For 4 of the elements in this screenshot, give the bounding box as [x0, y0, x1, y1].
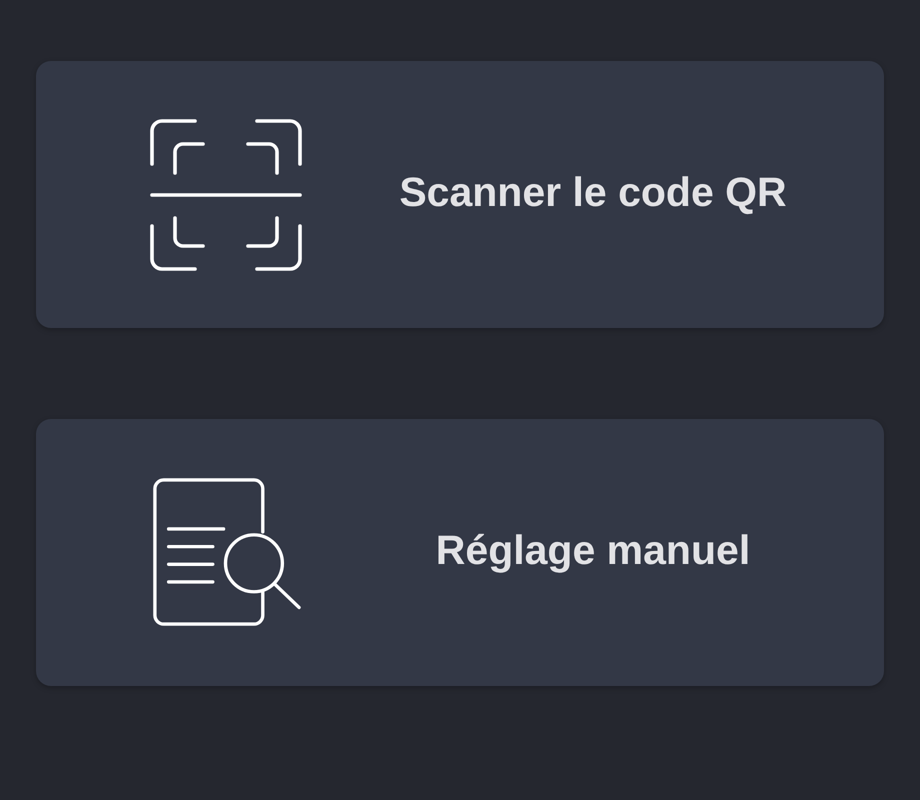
- document-search-icon: [150, 476, 302, 628]
- scan-qr-button[interactable]: Scanner le code QR: [36, 61, 884, 328]
- manual-setup-button[interactable]: Réglage manuel: [36, 419, 884, 686]
- scan-frame-icon: [150, 118, 302, 270]
